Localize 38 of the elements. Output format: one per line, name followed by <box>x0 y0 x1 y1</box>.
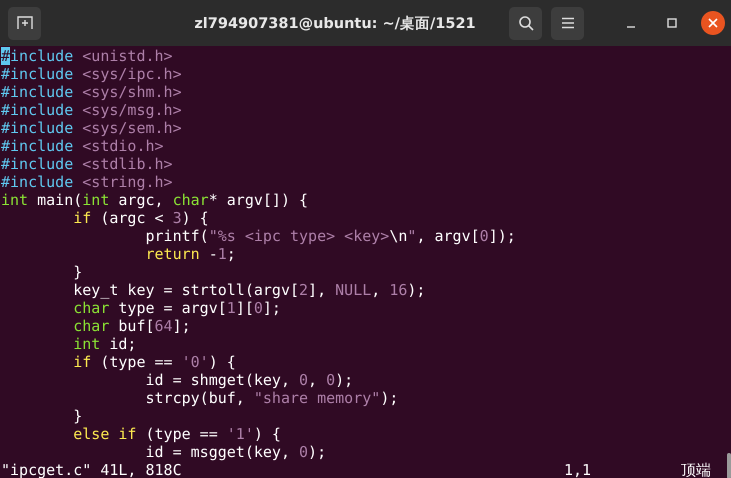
close-button[interactable] <box>701 11 725 35</box>
new-tab-button[interactable] <box>8 6 41 40</box>
code-line: char buf[64]; <box>72 317 192 335</box>
code-line: #include <sys/shm.h> <box>0 83 183 101</box>
code-line: #include <sys/sem.h> <box>0 119 183 137</box>
code-line: } <box>72 263 84 281</box>
menu-icon <box>560 17 574 29</box>
code-line: int main(int argc, char* argv[]) { <box>0 191 310 209</box>
maximize-icon <box>667 18 677 28</box>
scrollbar-thumb[interactable] <box>727 453 731 478</box>
cursor-position: 1,1 <box>564 461 592 478</box>
code-line: else if (type == '1') { <box>72 425 282 443</box>
code-line: #include <stdlib.h> <box>0 155 174 173</box>
code-line: int id; <box>72 335 138 353</box>
code-line: #include <stdio.h> <box>0 137 165 155</box>
file-info: "ipcget.c" 41L, 818C <box>1 461 183 478</box>
code-line: #include <sys/msg.h> <box>0 101 183 119</box>
code-line: #include <unistd.h> <box>0 47 174 65</box>
code-line: #include <sys/ipc.h> <box>0 65 183 83</box>
code-line: id = shmget(key, 0, 0); <box>144 371 354 389</box>
code-line: return -1; <box>144 245 237 263</box>
code-line: if (type == '0') { <box>72 353 237 371</box>
menu-button[interactable] <box>551 6 584 40</box>
new-tab-icon <box>16 16 32 30</box>
scroll-position: 顶端 <box>681 461 711 478</box>
code-line: id = msgget(key, 0); <box>144 443 328 461</box>
code-line: char type = argv[1][0]; <box>72 299 282 317</box>
code-line: } <box>72 407 84 425</box>
code-line: printf("%s <ipc type> <key>\n", argv[0]); <box>144 227 517 245</box>
code-line: if (argc < 3) { <box>72 209 210 227</box>
search-icon <box>518 15 534 31</box>
minimize-icon <box>626 26 636 28</box>
close-icon <box>708 18 718 28</box>
code-line: strcpy(buf, "share memory"); <box>144 389 400 407</box>
window-title: zl794907381@ubuntu: ~/桌面/1521 <box>193 14 477 32</box>
code-line: key_t key = strtoll(argv[2], NULL, 16); <box>72 281 426 299</box>
code-line: #include <string.h> <box>0 173 174 191</box>
search-button[interactable] <box>509 6 542 40</box>
